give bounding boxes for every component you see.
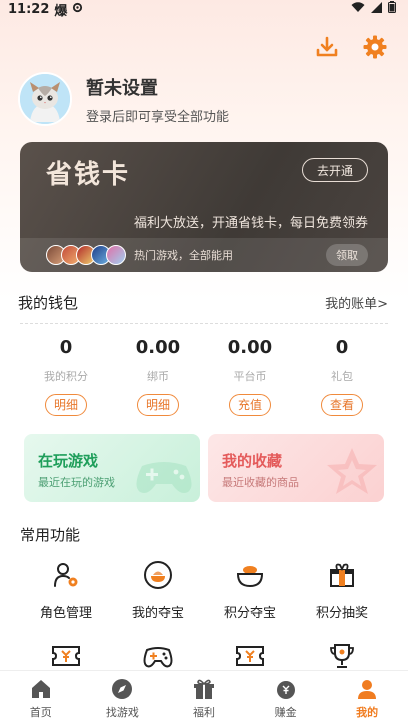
wallet-row: 0 我的积分 明细 0.00 绑币 明细 0.00 平台币 充值 0 礼包 查看	[20, 337, 388, 416]
profile-name: 暂未设置	[86, 77, 158, 99]
tab-find-games[interactable]: 找游戏	[82, 671, 164, 725]
treasure-icon	[141, 558, 175, 592]
star-icon	[324, 446, 380, 500]
tab-earn[interactable]: 赚金	[245, 671, 327, 725]
playing-games-card[interactable]: 在玩游戏 最近在玩的游戏	[24, 434, 200, 502]
coupon-item[interactable]	[20, 639, 112, 673]
avatar[interactable]	[18, 72, 72, 126]
function-label: 我的夺宝	[131, 606, 184, 621]
wallet-label: 我的积分	[44, 370, 88, 383]
wallet-value: 0	[335, 337, 349, 358]
tab-label: 赚金	[274, 705, 297, 719]
status-carrier: 爆	[54, 3, 68, 19]
wallet-title: 我的钱包	[18, 294, 79, 312]
tab-label: 首页	[29, 705, 52, 719]
function-label: 积分夺宝	[223, 606, 276, 621]
download-icon[interactable]	[314, 34, 340, 60]
gamepad-icon	[141, 639, 175, 673]
points-lottery-item[interactable]: 积分抽奖	[296, 558, 388, 621]
wallet-label: 平台币	[233, 370, 267, 383]
money-bag-icon	[274, 677, 298, 701]
wallet-header: 我的钱包 我的账单>	[18, 292, 388, 313]
wallet-label: 礼包	[331, 370, 353, 383]
trophy-item[interactable]	[296, 639, 388, 673]
battery-icon	[388, 1, 396, 17]
wallet-platform-coins: 0.00 平台币 充值	[204, 337, 296, 416]
role-icon	[49, 558, 83, 592]
lottery-icon	[325, 558, 359, 592]
card-subtitle: 最近收藏的商品	[222, 476, 299, 489]
function-label: 角色管理	[39, 606, 92, 621]
function-label: 积分抽奖	[315, 606, 368, 621]
tab-label: 找游戏	[105, 705, 139, 719]
profile-section[interactable]: 暂未设置 登录后即可享受全部功能	[18, 72, 229, 126]
status-time: 11:22	[8, 1, 50, 17]
points-detail-button[interactable]: 明细	[44, 394, 87, 416]
vip-card[interactable]: 省钱卡 去开通 福利大放送，开通省钱卡，每日免费领券 热门游戏，全部能用 领取	[20, 142, 388, 272]
game-icons	[46, 245, 126, 265]
wifi-icon	[351, 1, 365, 17]
role-management-item[interactable]: 角色管理	[20, 558, 112, 621]
recharge-button[interactable]: 充值	[228, 394, 271, 416]
settings-status-icon	[72, 2, 83, 17]
user-icon	[355, 677, 379, 701]
tab-home[interactable]: 首页	[0, 671, 82, 725]
bottom-tab-bar: 首页 找游戏 福利 赚金 我的	[0, 670, 408, 725]
wallet-points: 0 我的积分 明细	[20, 337, 112, 416]
bill-link[interactable]: 我的账单>	[325, 293, 388, 312]
game-service-item[interactable]	[112, 639, 204, 673]
home-icon	[29, 677, 53, 701]
bound-coins-detail-button[interactable]: 明细	[136, 394, 179, 416]
vip-claim-button[interactable]: 领取	[326, 244, 368, 266]
tab-label: 我的	[356, 705, 379, 719]
settings-icon[interactable]	[362, 34, 388, 60]
tab-mine[interactable]: 我的	[326, 671, 408, 725]
vip-hot-text: 热门游戏，全部能用	[134, 249, 233, 262]
gift-icon	[192, 677, 216, 701]
card-subtitle: 最近在玩的游戏	[38, 476, 115, 489]
points-treasure-icon	[233, 558, 267, 592]
functions-title: 常用功能	[20, 526, 81, 544]
top-actions	[314, 34, 388, 60]
wallet-value: 0.00	[135, 337, 181, 358]
tab-welfare[interactable]: 福利	[163, 671, 245, 725]
favorites-card[interactable]: 我的收藏 最近收藏的商品	[208, 434, 384, 502]
wallet-gift-packs: 0 礼包 查看	[296, 337, 388, 416]
status-bar: 11:22 爆	[0, 0, 408, 19]
my-treasure-item[interactable]: 我的夺宝	[112, 558, 204, 621]
vip-description: 福利大放送，开通省钱卡，每日免费领券	[133, 216, 368, 231]
vip-bottom-bar: 热门游戏，全部能用 领取	[20, 238, 388, 272]
card-title: 在玩游戏	[38, 452, 99, 470]
gift-view-button[interactable]: 查看	[320, 394, 363, 416]
signal-icon	[371, 1, 382, 17]
profile-subtitle: 登录后即可享受全部功能	[86, 109, 230, 125]
wallet-bound-coins: 0.00 绑币 明细	[112, 337, 204, 416]
points-treasure-item[interactable]: 积分夺宝	[204, 558, 296, 621]
game-thumb	[106, 245, 126, 265]
wallet-value: 0.00	[227, 337, 273, 358]
tab-label: 福利	[192, 705, 215, 719]
voucher-item[interactable]	[204, 639, 296, 673]
compass-icon	[110, 677, 134, 701]
vip-open-button[interactable]: 去开通	[301, 158, 368, 182]
vip-title: 省钱卡	[46, 160, 131, 190]
wallet-value: 0	[59, 337, 73, 358]
gamepad-icon	[132, 456, 196, 500]
card-title: 我的收藏	[222, 452, 283, 470]
wallet-label: 绑币	[147, 370, 169, 383]
trophy-icon	[325, 639, 359, 673]
divider	[20, 323, 388, 324]
coupon-icon	[49, 639, 83, 673]
voucher-icon	[233, 639, 267, 673]
functions-grid: 角色管理 我的夺宝 积分夺宝 积分抽奖	[20, 558, 388, 673]
